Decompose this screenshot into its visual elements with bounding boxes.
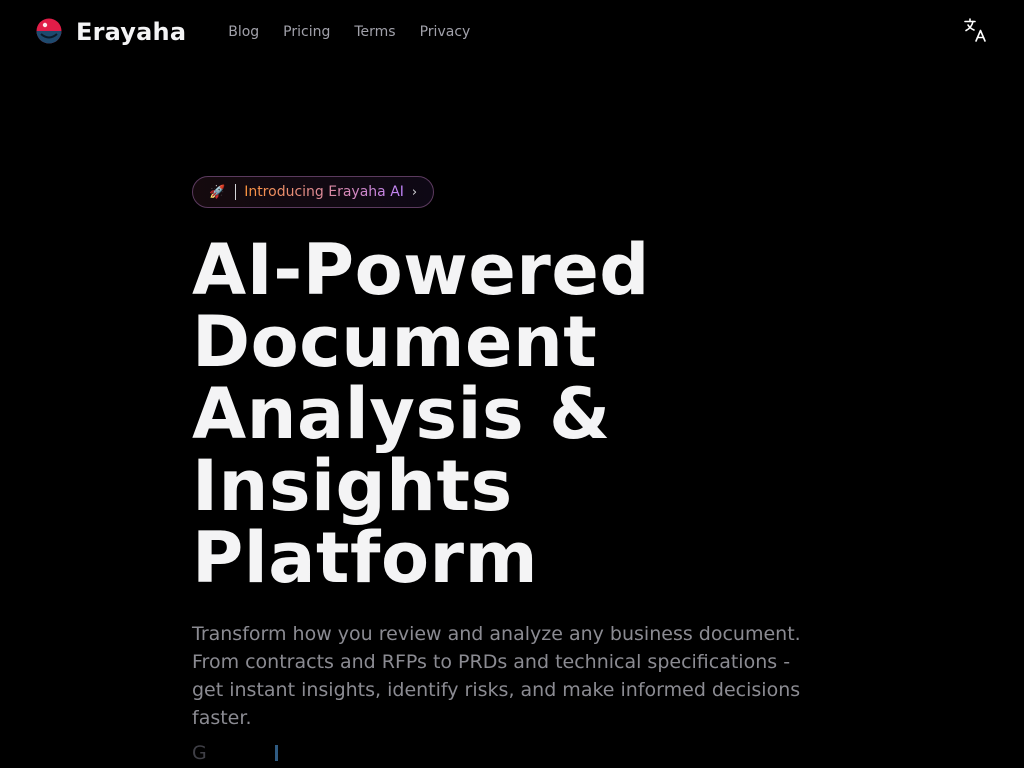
- hero-subtext: Transform how you review and analyze any…: [192, 623, 801, 729]
- hero-section: 🚀 Introducing Erayaha AI › AI-Powered Do…: [192, 176, 832, 768]
- brand-name: Erayaha: [76, 18, 187, 46]
- hero-headline: AI-Powered Document Analysis & Insights …: [192, 234, 832, 594]
- headline-line: Document: [192, 301, 598, 383]
- language-switcher-button[interactable]: [964, 17, 988, 47]
- translate-icon: [964, 17, 988, 47]
- main-nav: Blog Pricing Terms Privacy: [228, 24, 470, 40]
- typing-text: G: [192, 742, 207, 764]
- headline-line: Platform: [192, 517, 539, 599]
- typing-animation: G: [192, 738, 832, 768]
- nav-link-privacy[interactable]: Privacy: [420, 24, 471, 40]
- badge-divider: [235, 184, 237, 200]
- headline-line: Analysis &: [192, 373, 611, 455]
- headline-line: AI-Powered: [192, 229, 650, 311]
- nav-link-blog[interactable]: Blog: [228, 24, 259, 40]
- nav-link-pricing[interactable]: Pricing: [283, 24, 330, 40]
- announcement-text: Introducing Erayaha AI: [244, 184, 404, 200]
- typing-caret: [274, 745, 278, 761]
- headline-line: Insights: [192, 445, 513, 527]
- chevron-right-icon: ›: [411, 184, 418, 200]
- rocket-icon: 🚀: [209, 184, 226, 200]
- site-header: Erayaha Blog Pricing Terms Privacy: [0, 0, 1024, 64]
- page: Erayaha Blog Pricing Terms Privacy 🚀 Int…: [0, 0, 1024, 768]
- nav-link-terms[interactable]: Terms: [354, 24, 395, 40]
- announcement-badge[interactable]: 🚀 Introducing Erayaha AI ›: [192, 176, 435, 208]
- erayaha-logo-icon: [36, 17, 62, 47]
- brand-link[interactable]: Erayaha: [36, 17, 186, 47]
